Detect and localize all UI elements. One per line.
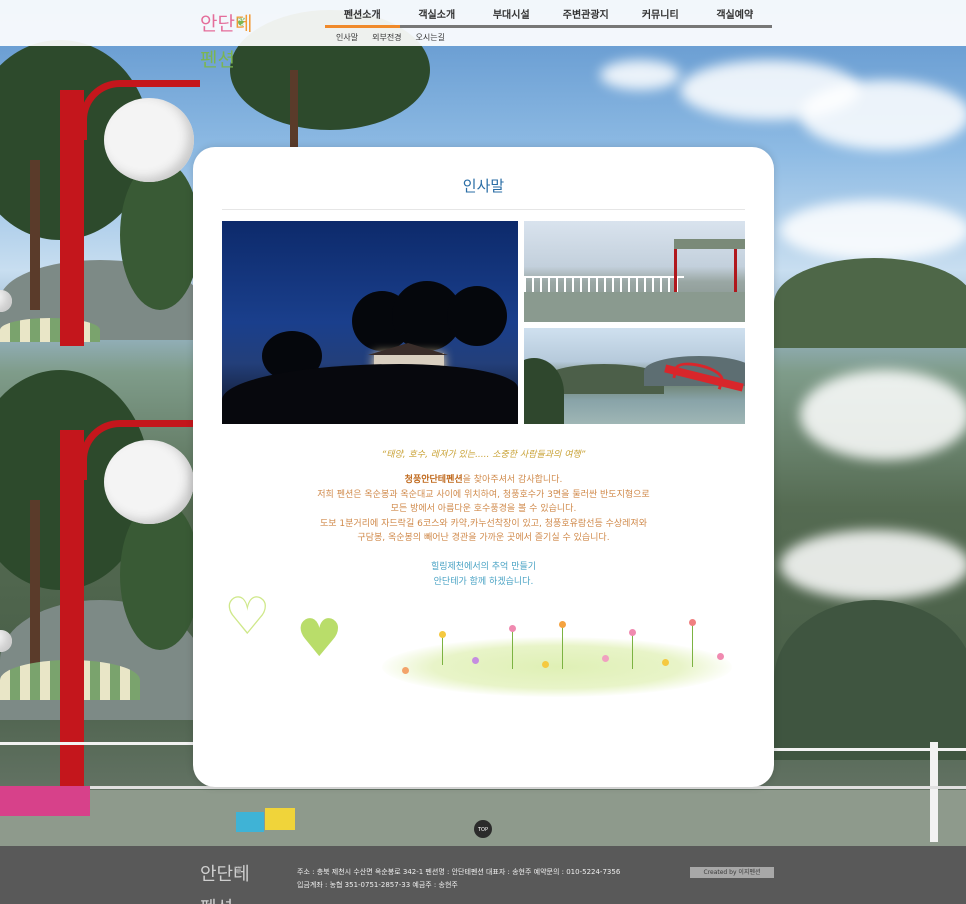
footer-address: 주소 : 충북 제천시 수산면 옥순봉로 342-1 펜션명 : 안단테펜션 대…: [297, 868, 621, 876]
photo-pension-night: [222, 221, 518, 424]
footer-bank-account: 입금계좌 : 농협 351-0751-2857-33 예금주 : 송현주: [297, 881, 458, 889]
page-title: 인사말: [462, 177, 505, 195]
footer-logo-text-part-1: 안단: [200, 864, 234, 885]
subnav-item-exterior[interactable]: 외부전경: [372, 32, 401, 43]
greeting-body: 청풍안단테펜션을 찾아주셔서 감사합니다. 저희 펜션은 옥순봉과 옥순대교 사…: [193, 473, 774, 546]
greeting-intro: 청풍안단테펜션을 찾아주셔서 감사합니다.: [193, 473, 774, 488]
footer-logo: 안단테펜션 ❦: [200, 858, 262, 904]
flower-illustration: ♡ ♥: [222, 587, 745, 707]
nav-item-community[interactable]: 커뮤니티: [623, 6, 698, 25]
nav-item-rooms[interactable]: 객실소개: [400, 6, 475, 25]
nav-item-facilities[interactable]: 부대시설: [474, 6, 549, 25]
nav-item-reservation[interactable]: 객실예약: [698, 6, 773, 25]
closing-line: 힐링제천에서의 추억 만들기: [430, 562, 537, 572]
scroll-top-button[interactable]: TOP: [474, 820, 492, 838]
photo-lake-bridge: [524, 328, 745, 424]
site-footer: 안단테펜션 ❦ 주소 : 충북 제천시 수산면 옥순봉로 342-1 펜션명 :…: [0, 846, 966, 904]
photo-deck-terrace: [524, 221, 745, 322]
footer-info: 주소 : 충북 제천시 수산면 옥순봉로 342-1 펜션명 : 안단테펜션 대…: [297, 866, 620, 892]
title-divider: [222, 209, 745, 210]
footer-logo-text-part-3: 펜션: [200, 898, 233, 904]
greeting-closing: 힐링제천에서의 추억 만들기 안단테가 함께 하겠습니다.: [193, 560, 774, 589]
main-nav: 펜션소개 객실소개 부대시설 주변관광지 커뮤니티 객실예약: [325, 6, 772, 28]
content-card: 인사말 “태양, 호수, 레져가 있는..... 소중한 사람들과의 여행” 청…: [193, 147, 774, 787]
site-header: 안단테펜션 ❦ 펜션소개 객실소개 부대시설 주변관광지 커뮤니티 객실예약 인…: [0, 0, 966, 71]
site-logo[interactable]: 안단테펜션 ❦: [200, 6, 264, 71]
greeting-line: 모든 방에서 아름다운 호수풍경을 볼 수 있습니다.: [390, 504, 577, 514]
greeting-line: 도보 1분거리에 자드락길 6코스와 카약,카누선착장이 있고, 청풍호유람선등…: [319, 518, 647, 529]
created-by-badge[interactable]: Created by 이지펜션: [690, 867, 774, 878]
intro-rest: 을 찾아주셔서 감사합니다.: [462, 475, 563, 485]
nav-item-pension-intro[interactable]: 펜션소개: [325, 6, 400, 28]
greeting-quote: “태양, 호수, 레져가 있는..... 소중한 사람들과의 여행”: [381, 450, 586, 460]
logo-text-part-1: 안단: [200, 13, 235, 35]
leaf-icon: ❦: [236, 15, 247, 29]
subnav-item-directions[interactable]: 오시는길: [416, 32, 445, 43]
greeting-line: 저희 펜션은 옥순봉과 옥순대교 사이에 위치하여, 청풍호수가 3면을 둘러싼…: [317, 489, 650, 500]
heart-outline-icon: ♡: [224, 587, 271, 647]
sub-nav: 인사말 외부전경 오시는길: [336, 32, 445, 43]
pension-name: 청풍안단테펜션: [404, 475, 463, 485]
logo-text-part-3: 펜션: [200, 49, 235, 71]
leaf-icon: ❦: [234, 864, 244, 877]
subnav-item-greeting[interactable]: 인사말: [336, 32, 358, 43]
nav-item-attractions[interactable]: 주변관광지: [549, 6, 624, 25]
heart-filled-icon: ♥: [296, 609, 343, 669]
greeting-line: 구담봉, 옥순봉의 빼어난 경관을 가까운 곳에서 즐기실 수 있습니다.: [357, 533, 610, 543]
